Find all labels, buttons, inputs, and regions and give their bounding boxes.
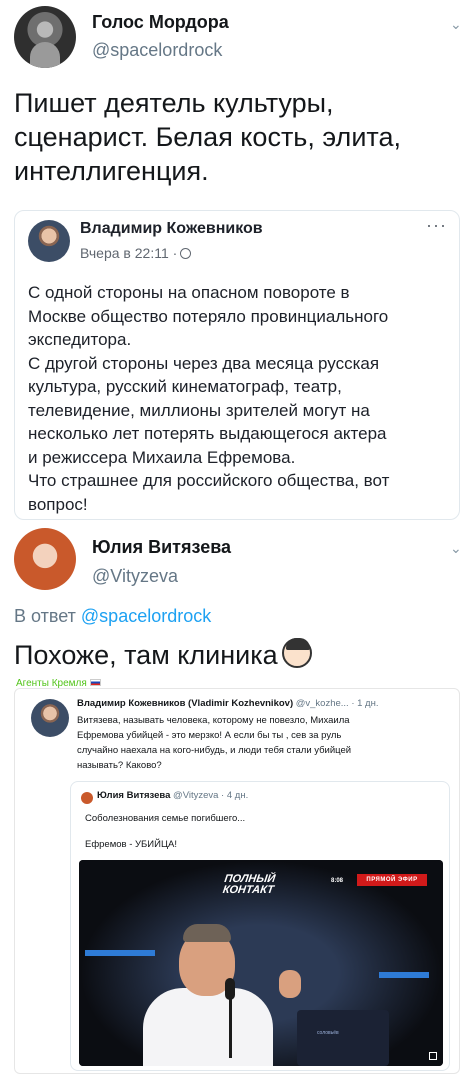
post-text-line: несколько лет потерять выдающегося актер…	[28, 424, 387, 443]
quoted-author-name: Юлия Витязева	[97, 790, 171, 801]
screenshot-text-line: называть? Каково?	[77, 760, 162, 771]
post-author-name: Владимир Кожевников	[80, 220, 263, 237]
quoted-tweet[interactable]: Юлия Витязева @Vityzeva · 4 дн. Соболезн…	[70, 781, 450, 1071]
avatar[interactable]	[14, 6, 76, 68]
screenshot-author-handle: @v_kozhe... · 1 дн.	[295, 698, 379, 709]
screenshot-author-name: Владимир Кожевников (Vladimir Kozhevniko…	[77, 698, 294, 709]
tweet-text: Пишет деятель культуры, сценарист. Белая…	[14, 86, 464, 188]
avatar	[81, 792, 93, 804]
studio-light	[379, 972, 429, 978]
author-handle[interactable]: @spacelordrock	[92, 40, 222, 61]
reply-to-link[interactable]: @spacelordrock	[81, 606, 211, 626]
reply-prefix: В ответ	[14, 606, 76, 626]
screenshot-author-line: Владимир Кожевников (Vladimir Kozhevniko…	[77, 698, 457, 709]
reply-context: В ответ @spacelordrock	[14, 606, 211, 627]
quoted-text-line: Соболезнования семье погибшего...	[85, 813, 246, 824]
chevron-down-icon[interactable]: ⌄	[450, 16, 462, 33]
show-logo: ПОЛНЫЙ КОНТАКТ	[217, 873, 280, 896]
screenshot-text-line: Витязева, называть человека, которому не…	[77, 715, 350, 726]
tweet-text-line: сценарист. Белая кость, элита,	[14, 122, 401, 152]
more-options-icon: ···	[426, 215, 447, 235]
quoted-text: Соболезнования семье погибшего... Ефремо…	[85, 812, 445, 851]
quoted-text-line: Ефремов - УБИЙЦА!	[85, 839, 177, 850]
avatar	[28, 220, 70, 262]
fullscreen-icon[interactable]	[429, 1052, 437, 1060]
reply-header: Юлия Витязева @Vityzeva ⌄	[14, 528, 464, 594]
flag-icon	[89, 679, 101, 686]
post-text-line: Что страшнее для российского общества, в…	[28, 471, 390, 490]
post-text-line: С одной стороны на опасном повороте в	[28, 283, 350, 302]
post-time-text: Вчера в 22:11 ·	[80, 245, 178, 261]
post-text-line: С другой стороны через два месяца русска…	[28, 353, 380, 373]
broadcast-time: 8:08	[331, 878, 344, 884]
studio-light	[85, 950, 155, 956]
post-text-line: культура, русский кинематограф, театр,	[28, 377, 342, 396]
post-text-line: вопрос!	[28, 494, 88, 514]
microphone-stand	[229, 998, 232, 1058]
show-logo-line: КОНТАКТ	[221, 884, 275, 896]
screenshot-text: Витязева, называть человека, которому не…	[77, 713, 449, 773]
post-text-line: телевидение, миллионы зрителей могут на	[28, 400, 370, 420]
screenshot-text-line: случайно наехала на кого-нибудь, и люди …	[77, 745, 352, 756]
laptop-label: соловьёв	[317, 1030, 339, 1036]
post-text-line: экспедитора.	[28, 330, 132, 349]
presenter-hair	[183, 924, 231, 942]
microphone-icon	[225, 978, 235, 1000]
avatar	[31, 699, 69, 737]
avatar[interactable]	[14, 528, 76, 590]
reply-text-content: Похоже, там клиника	[14, 640, 278, 670]
quoted-author-line: Юлия Витязева @Vityzeva · 4 дн.	[97, 790, 248, 801]
post-text-line: Москве общество потеряло провинциального	[28, 306, 389, 326]
post-timestamp: Вчера в 22:11 ·	[80, 245, 192, 261]
reply-text: Похоже, там клиника	[14, 638, 312, 672]
post-text-line: и режиссера Михаила Ефремова.	[28, 447, 296, 467]
screenshot-text-line: Ефремова убийцей - это мерзко! А если бы…	[77, 730, 342, 741]
live-badge: ПРЯМОЙ ЭФИР	[357, 874, 427, 886]
author-name[interactable]: Голос Мордора	[92, 12, 229, 33]
reply-author-handle[interactable]: @Vityzeva	[92, 566, 178, 587]
chevron-down-icon[interactable]: ⌄	[450, 540, 462, 557]
tweet-header: Голос Мордора @spacelordrock ⌄	[14, 6, 464, 72]
embedded-screenshot[interactable]: Владимир Кожевников (Vladimir Kozhevniko…	[14, 688, 460, 1074]
quoted-author-handle: @Vityzeva · 4 дн.	[173, 790, 249, 801]
embedded-post-card[interactable]: Владимир Кожевников Вчера в 22:11 · ··· …	[14, 210, 460, 520]
tweet-text-line: интеллигенция.	[14, 156, 209, 186]
video-player[interactable]: ПОЛНЫЙ КОНТАКТ 8:08 ПРЯМОЙ ЭФИР соловьёв	[79, 860, 443, 1066]
post-text: С одной стороны на опасном повороте в Мо…	[28, 281, 453, 516]
facepalm-emoji-icon	[281, 638, 312, 668]
presenter-body	[143, 988, 273, 1066]
reply-author-name[interactable]: Юлия Витязева	[92, 537, 231, 558]
laptop	[297, 1010, 389, 1066]
tweet-text-line: Пишет деятель культуры,	[14, 88, 334, 118]
presenter-hand	[279, 970, 301, 998]
globe-icon	[180, 248, 192, 259]
